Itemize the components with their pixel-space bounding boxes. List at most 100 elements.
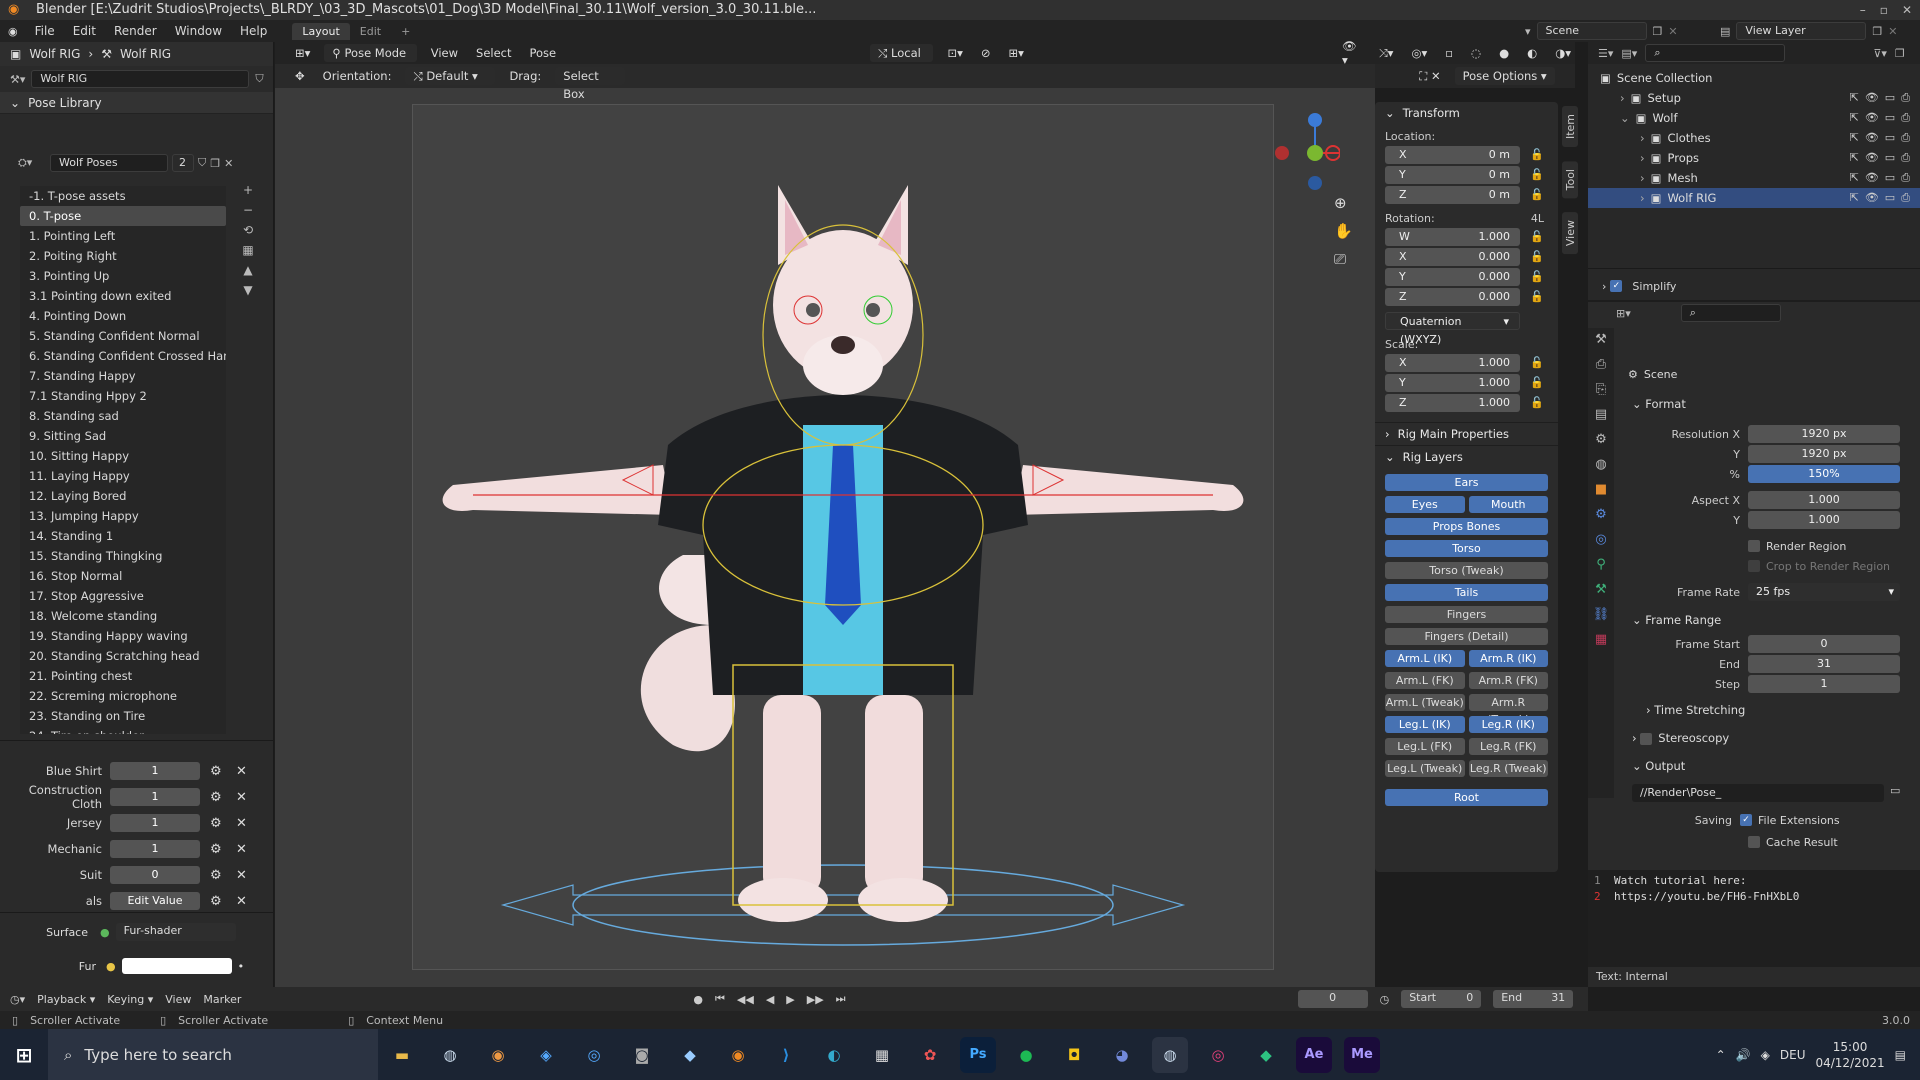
photoshop-icon[interactable]: Ps <box>960 1036 996 1073</box>
rig-layers-header[interactable]: ⌄ Rig Layers <box>1375 446 1558 468</box>
menu-view[interactable]: View <box>427 46 462 60</box>
lock-icon[interactable]: 🔓 <box>1530 268 1544 286</box>
shading-wire-icon[interactable]: ◌ <box>1467 46 1485 60</box>
time-stretching-header[interactable]: › Time Stretching <box>1646 700 1745 720</box>
chrome-icon[interactable]: ◉ <box>480 1037 516 1073</box>
format-header[interactable]: ⌄ Format <box>1632 394 1686 414</box>
rig-layer-button[interactable]: Torso <box>1385 540 1548 557</box>
location-z-field[interactable]: Z 0 m 🔓 <box>1385 186 1544 204</box>
viewport-icon[interactable]: ▭ <box>1885 151 1895 165</box>
action-icon[interactable]: ⛭▾ <box>18 156 46 170</box>
custom-prop-value[interactable]: 1 <box>110 762 200 780</box>
root-layer-button[interactable]: Root <box>1385 789 1548 806</box>
render-icon[interactable]: ⎙ <box>1901 151 1910 165</box>
breadcrumb-object[interactable]: Wolf RIG <box>29 47 80 61</box>
pose-list-item[interactable]: 5. Standing Confident Normal <box>20 326 226 346</box>
pose-list-item[interactable]: 23. Standing on Tire <box>20 706 226 726</box>
properties-editor-icon[interactable]: ⊞▾ <box>1616 307 1631 320</box>
gear-icon[interactable]: ⚙ <box>210 764 226 779</box>
drag-dropdown[interactable]: Select Box <box>555 67 626 101</box>
close-icon[interactable]: ✕ <box>236 790 252 805</box>
remove-pose-icon[interactable]: − <box>240 202 256 218</box>
pan-hand-icon[interactable]: ✋ <box>1334 222 1353 240</box>
xray-icon[interactable]: ▫ <box>1441 46 1457 60</box>
view-layer-field[interactable]: View Layer <box>1736 22 1867 40</box>
unlink-icon[interactable]: ✕ <box>224 157 233 170</box>
app-icon[interactable]: ◎ <box>576 1037 612 1073</box>
after-effects-icon[interactable]: Ae <box>1296 1036 1332 1073</box>
zoom-icon[interactable]: ⊕ <box>1334 194 1353 212</box>
tab-item[interactable]: Item <box>1562 106 1578 148</box>
render-icon[interactable]: ⎙ <box>1901 171 1910 185</box>
location-y-field[interactable]: Y 0 m 🔓 <box>1385 166 1544 184</box>
menu-playback[interactable]: Playback ▾ <box>37 993 95 1006</box>
rotation-z-field[interactable]: Z 0.000 🔓 <box>1385 288 1544 306</box>
render-icon[interactable]: ⎙ <box>1901 131 1910 145</box>
simplify-checkbox[interactable]: ✓ <box>1610 280 1623 292</box>
apply-pose-icon[interactable]: ⟲ <box>240 222 256 238</box>
prev-keyframe-icon[interactable]: ◀◀ <box>737 993 754 1006</box>
chevron-down-icon[interactable]: ⌄ <box>1620 111 1630 125</box>
pose-list-item[interactable]: 7. Standing Happy <box>20 366 226 386</box>
edge-icon[interactable]: ◐ <box>816 1037 852 1073</box>
properties-search[interactable]: ⌕ <box>1680 304 1781 322</box>
mirror-icon[interactable]: ⛶ ✕ <box>1415 69 1444 84</box>
pose-list-item[interactable]: 13. Jumping Happy <box>20 506 226 526</box>
text-editor[interactable]: 1 Watch tutorial here: 2 https://youtu.b… <box>1588 870 1920 987</box>
menu-file[interactable]: File <box>26 24 64 38</box>
rig-layer-button[interactable]: Leg.L (FK) <box>1385 738 1465 755</box>
select-icon[interactable]: ⇱ <box>1850 191 1859 205</box>
end-frame-field[interactable]: End 31 <box>1493 990 1574 1008</box>
frame-range-header[interactable]: ⌄ Frame Range <box>1632 610 1721 630</box>
lock-icon[interactable]: 🔓 <box>1530 166 1544 184</box>
pose-list-item[interactable]: 17. Stop Aggressive <box>20 586 226 606</box>
select-icon[interactable]: ⇱ <box>1850 111 1859 125</box>
app-icon[interactable]: ◘ <box>1056 1037 1092 1073</box>
clock[interactable]: 15:00 04/12/2021 <box>1815 1039 1884 1071</box>
location-x-field[interactable]: X 0 m 🔓 <box>1385 146 1544 164</box>
steam-icon[interactable]: ◍ <box>1152 1036 1188 1073</box>
viewport-icon[interactable]: ▭ <box>1885 91 1895 105</box>
display-mode-icon[interactable]: ▤▾ <box>1621 47 1637 60</box>
rig-layer-button[interactable]: Arm.L (IK) <box>1385 650 1465 667</box>
select-icon[interactable]: ⇱ <box>1850 131 1859 145</box>
frame-step-field[interactable]: 1 <box>1748 675 1900 693</box>
pose-list-item[interactable]: 24. Tire on shoulder <box>20 726 226 734</box>
pose-list-item[interactable]: 14. Standing 1 <box>20 526 226 546</box>
outliner-row[interactable]: ⌄ ▣ Wolf ⇱ 👁 ▭ ⎙ <box>1588 108 1920 128</box>
lock-icon[interactable]: 🔓 <box>1530 374 1544 392</box>
pose-list-item[interactable]: 7.1 Standing Hppy 2 <box>20 386 226 406</box>
mode-selector[interactable]: ⚲ Pose Mode ▾ <box>324 44 417 78</box>
tool-tab-icon[interactable]: ⚒ <box>1595 332 1607 347</box>
scene-collection-row[interactable]: ▣ Scene Collection <box>1588 68 1920 88</box>
rig-layer-button[interactable]: Arm.R (IK) <box>1468 650 1548 667</box>
taskbar-search[interactable]: ⌕ Type here to search <box>48 1029 378 1080</box>
record-icon[interactable]: ● <box>693 993 703 1006</box>
lock-icon[interactable]: 🔓 <box>1530 288 1544 306</box>
chevron-right-icon[interactable]: › <box>1640 131 1645 145</box>
steam-icon[interactable]: ◍ <box>432 1037 468 1073</box>
pose-list-item[interactable]: 2. Poiting Right <box>20 246 226 266</box>
overlay-icon[interactable]: ◎▾ <box>1407 46 1431 60</box>
lock-icon[interactable]: 🔓 <box>1530 228 1544 246</box>
move-tool-icon[interactable]: ✥ <box>291 69 309 83</box>
next-keyframe-icon[interactable]: ▶▶ <box>807 993 824 1006</box>
play-reverse-icon[interactable]: ◀ <box>766 993 774 1006</box>
move-up-icon[interactable]: ▲ <box>240 262 256 278</box>
select-icon[interactable]: ⇱ <box>1850 151 1859 165</box>
shading-solid-icon[interactable]: ● <box>1495 46 1513 60</box>
vscode-icon[interactable]: ⟩ <box>768 1037 804 1073</box>
app-icon[interactable]: ◎ <box>1200 1037 1236 1073</box>
crop-region-checkbox[interactable] <box>1748 560 1760 572</box>
menu-render[interactable]: Render <box>105 24 166 38</box>
volume-icon[interactable]: 🔊 <box>1736 1048 1751 1062</box>
rig-layer-button[interactable]: Props Bones <box>1385 518 1548 535</box>
rig-layer-button[interactable]: Leg.R (Tweak) <box>1468 760 1548 777</box>
notifications-icon[interactable]: ▤ <box>1895 1048 1906 1062</box>
eye-icon[interactable]: 👁 <box>1865 91 1879 105</box>
pose-list-item[interactable]: 15. Standing Thingking <box>20 546 226 566</box>
render-icon[interactable]: ⎙ <box>1901 91 1910 105</box>
rotation-w-field[interactable]: W 1.000 🔓 <box>1385 228 1544 246</box>
cache-result-checkbox[interactable] <box>1748 836 1760 848</box>
app-icon[interactable]: ◆ <box>672 1037 708 1073</box>
